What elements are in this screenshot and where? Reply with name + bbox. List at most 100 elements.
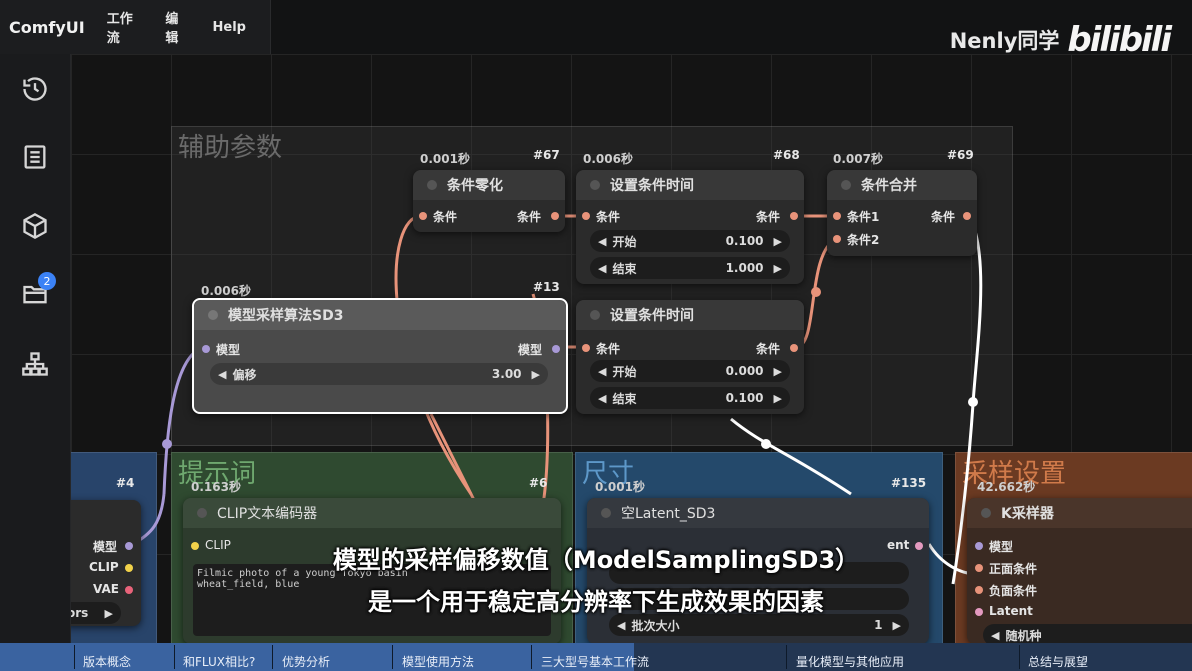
node-6-time: 0.163秒 (191, 480, 241, 494)
subtitle-line-2: 是一个用于稳定高分辨率下生成效果的因素 (368, 588, 824, 616)
chevron-left-icon[interactable]: ◀ (598, 235, 606, 248)
cube-icon[interactable] (20, 211, 50, 241)
subtitle-line-1: 模型的采样偏移数值（ModelSamplingSD3） (332, 546, 860, 574)
node-6-id: #6 (529, 476, 548, 490)
node-13-out-label: 模型 (518, 343, 543, 357)
chevron-left-icon[interactable]: ◀ (598, 365, 606, 378)
node-model-sampling-sd3[interactable]: 模型采样算法SD3 模型 模型 ◀ 偏移 3.00 ▶ (192, 298, 568, 414)
chapter-separator (531, 645, 532, 669)
chapter-4[interactable]: 模型使用方法 (402, 653, 474, 670)
node-6-title: CLIP文本编码器 (217, 506, 318, 522)
menu-help[interactable]: Help (213, 20, 246, 35)
node-13-in-dot[interactable] (202, 345, 210, 353)
chevron-right-icon[interactable]: ▶ (532, 368, 540, 381)
menu-edit[interactable]: 编辑 (165, 8, 188, 46)
node-67-in-dot[interactable] (419, 212, 427, 220)
chevron-right-icon[interactable]: ▶ (774, 235, 782, 248)
node-set-cond-time-2[interactable]: 设置条件时间 条件 条件 ◀ 开始 0.000 ▶ ◀ 结束 0.100 ▶ (576, 300, 804, 414)
node-69-id: #69 (947, 148, 974, 162)
node-68-title: 设置条件时间 (610, 178, 694, 194)
chevron-right-icon[interactable]: ▶ (774, 262, 782, 275)
node-68b-out-dot[interactable] (790, 344, 798, 352)
list-icon[interactable] (20, 142, 50, 172)
menu-workflow[interactable]: 工作流 (107, 8, 142, 46)
menu-bar: ComfyUI 工作流 编辑 Help (0, 0, 271, 54)
node-68-in-dot[interactable] (582, 212, 590, 220)
node-68b-in-dot[interactable] (582, 344, 590, 352)
node-67-time: 0.001秒 (420, 152, 470, 166)
app-logo[interactable]: ComfyUI (9, 18, 85, 37)
node-conditioning-zero[interactable]: 条件零化 条件 条件 (413, 170, 565, 232)
node-135-title: 空Latent_SD3 (621, 506, 716, 522)
node-68-start-value[interactable]: 0.100 (726, 234, 764, 248)
node-13-shift-label: 偏移 (232, 367, 257, 382)
node-68-id: #68 (773, 148, 800, 162)
node-68b-start-label: 开始 (612, 364, 637, 379)
node-68b-in-label: 条件 (596, 342, 621, 356)
node-68b-start-widget[interactable]: ◀ 开始 0.000 ▶ (590, 360, 790, 382)
chevron-left-icon[interactable]: ◀ (598, 392, 606, 405)
node-68-start-label: 开始 (612, 234, 637, 249)
node-69-collapse-dot[interactable] (841, 180, 851, 190)
node-6-collapse-dot[interactable] (197, 508, 207, 518)
chapter-1[interactable]: 版本概念 (83, 653, 131, 670)
node-68-start-widget[interactable]: ◀ 开始 0.100 ▶ (590, 230, 790, 252)
node-68b-title: 设置条件时间 (610, 308, 694, 324)
node-68b-end-value[interactable]: 0.100 (726, 391, 764, 405)
node-135-batch-label: 批次大小 (631, 618, 680, 633)
node-13-id: #13 (533, 280, 560, 294)
chevron-left-icon[interactable]: ◀ (991, 629, 999, 642)
chevron-left-icon[interactable]: ◀ (617, 619, 625, 632)
node-ksampler-collapse-dot[interactable] (981, 508, 991, 518)
chevron-right-icon[interactable]: ▶ (893, 619, 901, 632)
chevron-left-icon[interactable]: ◀ (218, 368, 226, 381)
node-68-in-label: 条件 (596, 210, 621, 224)
node-135-batch-widget[interactable]: ◀ 批次大小 1 ▶ (609, 614, 909, 636)
node-135-time: 0.001秒 (595, 480, 645, 494)
node-68b-end-label: 结束 (612, 391, 637, 406)
node-135-collapse-dot[interactable] (601, 508, 611, 518)
node-conditioning-combine[interactable]: 条件合并 条件1 条件2 条件 (827, 170, 977, 256)
node-69-out-dot[interactable] (963, 212, 971, 220)
chevron-right-icon[interactable]: ▶ (774, 392, 782, 405)
node-68-end-value[interactable]: 1.000 (726, 261, 764, 275)
node-69-in1-dot[interactable] (833, 212, 841, 220)
history-icon[interactable] (20, 74, 50, 104)
chapter-separator (74, 645, 75, 669)
node-68-end-widget[interactable]: ◀ 结束 1.000 ▶ (590, 257, 790, 279)
node-68b-header: 设置条件时间 (576, 300, 804, 330)
node-69-header: 条件合并 (827, 170, 977, 200)
node-135-batch-value[interactable]: 1 (874, 618, 882, 632)
node-13-collapse-dot[interactable] (208, 310, 218, 320)
node-68b-start-value[interactable]: 0.000 (726, 364, 764, 378)
chapter-2[interactable]: 和FLUX相比? (183, 653, 255, 670)
chapter-3[interactable]: 优势分析 (282, 653, 330, 670)
node-69-in1-label: 条件1 (847, 210, 880, 224)
node-set-cond-time-1[interactable]: 设置条件时间 条件 条件 ◀ 开始 0.100 ▶ ◀ 结束 1.000 ▶ (576, 170, 804, 284)
node-68-out-dot[interactable] (790, 212, 798, 220)
node-ksampler-title: K采样器 (1001, 506, 1054, 522)
node-67-collapse-dot[interactable] (427, 180, 437, 190)
chapter-bar[interactable]: 版本概念 和FLUX相比? 优势分析 模型使用方法 三大型号基本工作流 量化模型… (0, 643, 1192, 671)
chevron-left-icon[interactable]: ◀ (598, 262, 606, 275)
node-69-in2-dot[interactable] (833, 235, 841, 243)
node-13-out-dot[interactable] (552, 345, 560, 353)
node-ksampler-seed-widget[interactable]: ◀ 随机种 (983, 624, 1192, 644)
node-13-shift-value[interactable]: 3.00 (492, 367, 522, 381)
chapter-6[interactable]: 量化模型与其他应用 (796, 653, 904, 670)
node-4-id: #4 (116, 476, 135, 490)
node-67-out-dot[interactable] (551, 212, 559, 220)
node-69-time: 0.007秒 (833, 152, 883, 166)
node-67-title: 条件零化 (447, 178, 503, 194)
chapter-separator (1019, 645, 1020, 669)
chapter-5[interactable]: 三大型号基本工作流 (541, 653, 649, 670)
node-135-id: #135 (891, 476, 927, 490)
network-icon[interactable] (20, 349, 50, 379)
node-68b-end-widget[interactable]: ◀ 结束 0.100 ▶ (590, 387, 790, 409)
chevron-right-icon[interactable]: ▶ (774, 365, 782, 378)
node-68b-collapse-dot[interactable] (590, 310, 600, 320)
node-69-in2-label: 条件2 (847, 233, 880, 247)
node-13-shift-widget[interactable]: ◀ 偏移 3.00 ▶ (210, 363, 548, 385)
node-68-collapse-dot[interactable] (590, 180, 600, 190)
chapter-7[interactable]: 总结与展望 (1028, 653, 1088, 670)
